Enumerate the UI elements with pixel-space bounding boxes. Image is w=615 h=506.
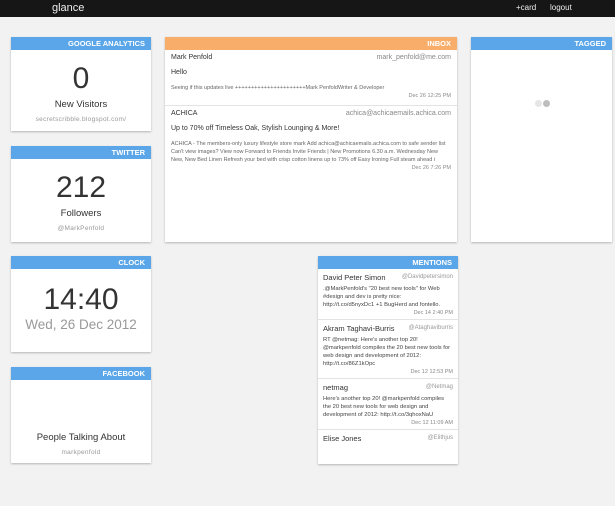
clock-card: CLOCK 14:40 Wed, 26 Dec 2012 [11,256,151,352]
message-preview: ACHICA - The members-only luxury lifesty… [171,141,446,163]
message-email: mark_penfold@me.com [376,54,451,61]
message-subject: Up to 70% off Timeless Oak, Stylish Loun… [171,125,340,132]
twitter-handle: @MarkPenfold [57,225,105,232]
mention-text: Here's another top 20! @markpenfold comp… [323,396,445,418]
inbox-card-title: INBOX [165,37,457,50]
analytics-card-title: GOOGLE ANALYTICS [11,37,151,50]
message-preview: Seeing if this updates live ++++++++++++… [171,85,385,91]
mentions-card: MENTIONS David Peter Simon @Davidpetersi… [318,256,458,464]
clock-time: 14:40 [43,283,119,316]
add-card-link[interactable]: +card [516,3,536,12]
mention-item[interactable]: netmag @Netmag Here's another top 20! @m… [318,379,458,430]
mention-handle: @Davidpetersimon [401,274,453,280]
tagged-card-title: TAGGED [471,37,612,50]
mention-time: Dec 12 12:53 PM [410,369,454,375]
message-date: Dec 26 12:25 PM [408,93,452,99]
clock-card-title: CLOCK [11,256,151,269]
mention-time: Dec 14 2:40 PM [413,310,453,316]
facebook-card: FACEBOOK People Talking About markpenfol… [11,367,151,463]
followers-label: Followers [60,208,102,219]
new-visitors-label: New Visitors [54,99,108,110]
loading-spinner-icon [535,99,555,109]
tagged-card: TAGGED [471,37,612,242]
mentions-card-title: MENTIONS [318,256,458,269]
twitter-card-title: TWITTER [11,146,151,159]
message-subject: Hello [171,69,187,76]
mention-handle: @Netmag [425,384,453,390]
mention-item[interactable]: David Peter Simon @Davidpetersimon .@Mar… [318,269,458,320]
people-talking-label: People Talking About [36,432,126,443]
message-email: achica@achicaemails.achica.com [345,110,451,117]
mention-item[interactable]: Elise Jones @Elithjus [318,430,458,446]
mention-item[interactable]: Akram Taghavi-Burris @Ataghaviburris RT … [318,320,458,379]
mention-text: .@MarkPenfold's "20 best new tools" for … [323,286,441,308]
new-visitors-count: 0 [72,62,90,95]
mention-time: Dec 12 11:09 AM [411,420,453,426]
logout-link[interactable]: logout [550,3,572,12]
analytics-card: GOOGLE ANALYTICS 0 New Visitors secretsc… [11,37,151,131]
followers-count: 212 [55,171,107,204]
mention-handle: @Ataghaviburris [408,325,453,331]
facebook-handle: markpenfold [61,449,101,456]
message-date: Dec 26 7:26 PM [411,165,451,171]
facebook-card-title: FACEBOOK [11,367,151,380]
top-bar: glance +card logout [0,0,615,17]
app-logo[interactable]: glance [52,2,84,14]
mention-handle: @Elithjus [427,435,453,441]
clock-date: Wed, 26 Dec 2012 [25,317,137,332]
mention-text: RT @netmag: Here's another top 20! @mark… [323,337,451,367]
inbox-message[interactable]: Mark Penfold mark_penfold@me.com Hello S… [165,50,457,106]
twitter-card: TWITTER 212 Followers @MarkPenfold [11,146,151,242]
analytics-site: secretscribble.blogspot.com/ [35,116,127,123]
inbox-message[interactable]: ACHICA achica@achicaemails.achica.com Up… [165,106,457,174]
inbox-card: INBOX Mark Penfold mark_penfold@me.com H… [165,37,457,242]
